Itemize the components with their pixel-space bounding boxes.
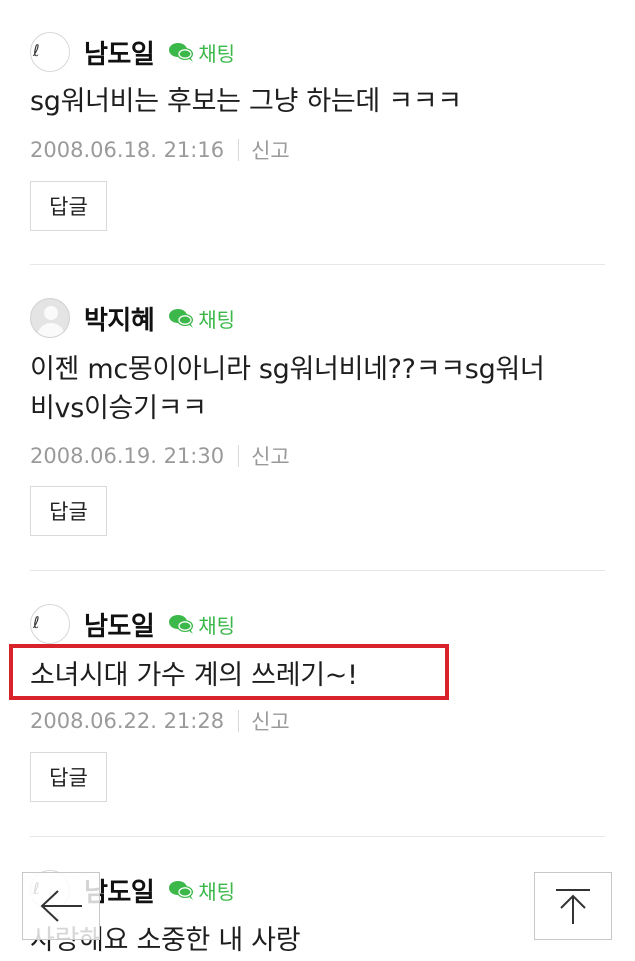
comment-date: 2008.06.19. 21:30 [30,444,225,468]
scroll-to-top-icon [556,889,590,924]
avatar[interactable] [30,298,70,338]
scroll-top-button[interactable] [534,872,612,940]
highlight-box [9,644,449,700]
comment-date: 2008.06.22. 21:28 [30,709,225,733]
default-avatar-icon [44,306,58,320]
meta-divider [238,710,240,732]
comment-divider [30,836,605,837]
chat-label: 채팅 [198,879,236,904]
chat-label: 채팅 [198,307,236,332]
chat-link[interactable]: 채팅 [168,304,235,333]
comment-header: ℓ 남도일 채팅 [30,604,235,644]
comment-header: ℓ 남도일 채팅 [30,32,235,72]
avatar-icon: ℓ [33,41,40,60]
author-name[interactable]: 남도일 [84,606,155,643]
comment-meta: 2008.06.22. 21:28 신고 [30,706,290,736]
meta-divider [238,445,240,467]
report-link[interactable]: 신고 [251,135,290,165]
report-link[interactable]: 신고 [251,441,290,471]
reply-button[interactable]: 답글 [30,752,107,802]
chat-label: 채팅 [198,613,236,638]
avatar[interactable]: ℓ [30,604,70,644]
meta-divider [238,139,240,161]
comment-date: 2008.06.18. 21:16 [30,138,225,162]
reply-button[interactable]: 답글 [30,486,107,536]
comment-divider [30,570,605,571]
back-arrow-icon [40,890,82,922]
report-link[interactable]: 신고 [251,706,290,736]
comment-divider [30,264,605,265]
chat-bubble-icon [169,615,194,634]
avatar[interactable]: ℓ [30,32,70,72]
chat-bubble-icon [169,309,194,328]
author-name[interactable]: 남도일 [84,34,155,71]
comment-meta: 2008.06.18. 21:16 신고 [30,135,290,165]
avatar-icon: ℓ [33,613,40,632]
comment-text: sg워너비는 후보는 그냥 하는데 ㅋㅋㅋ [30,86,462,117]
comment-header: 박지혜 채팅 [30,298,235,338]
comment-meta: 2008.06.19. 21:30 신고 [30,441,290,471]
author-name[interactable]: 박지혜 [84,300,155,337]
chat-link[interactable]: 채팅 [168,610,235,639]
chat-label: 채팅 [198,41,236,66]
reply-button[interactable]: 답글 [30,181,107,231]
comment-text-line: 이젠 mc몽이아니라 sg워너비네??ㅋㅋsg워너 [30,354,545,385]
chat-link[interactable]: 채팅 [168,876,235,905]
comment-text-line: 비vs이승기ㅋㅋ [30,393,207,424]
chat-link[interactable]: 채팅 [168,38,235,67]
chat-bubble-icon [169,881,194,900]
back-button[interactable] [22,872,100,940]
chat-bubble-icon [169,43,194,62]
